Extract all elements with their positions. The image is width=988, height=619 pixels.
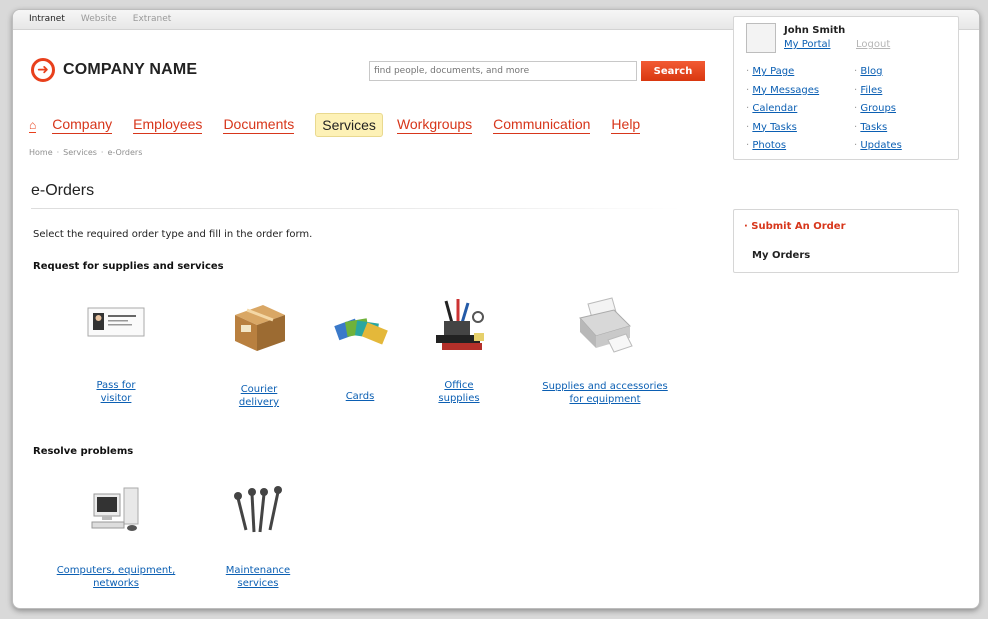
wrench-icon <box>234 486 282 533</box>
nav-company[interactable]: Company <box>52 116 113 134</box>
order-link-line2[interactable]: networks <box>51 577 181 590</box>
order-link-line1[interactable]: Courier <box>219 383 299 396</box>
order-link-line1[interactable]: Pass for <box>71 379 161 392</box>
breadcrumb-home[interactable]: Home <box>29 148 53 157</box>
avatar[interactable] <box>746 23 776 53</box>
order-link-line1[interactable]: Cards <box>325 390 395 403</box>
link-groups[interactable]: Groups <box>860 103 896 114</box>
app-window: Intranet Website Extranet ➜ COMPANY NAME… <box>12 9 980 609</box>
printer-icon <box>579 297 633 353</box>
order-link-line1[interactable]: Supplies and accessories <box>525 380 685 393</box>
nav-employees[interactable]: Employees <box>133 116 203 134</box>
order-link-line2[interactable]: services <box>213 577 303 590</box>
breadcrumb-current: e-Orders <box>107 148 143 157</box>
order-item-courier[interactable]: Courier delivery <box>219 297 299 409</box>
nav-workgroups[interactable]: Workgroups <box>396 116 473 134</box>
user-links-right: Blog Files Groups Tasks Updates <box>854 63 901 156</box>
nav-documents[interactable]: Documents <box>223 116 295 134</box>
my-orders-link[interactable]: My Orders <box>752 250 810 261</box>
order-link-line1[interactable]: Maintenance <box>213 564 303 577</box>
order-link-line1[interactable]: Computers, equipment, <box>51 564 181 577</box>
link-my-messages[interactable]: My Messages <box>752 85 819 96</box>
nav-communication[interactable]: Communication <box>493 116 591 134</box>
logout-link[interactable]: Logout <box>856 39 890 50</box>
section-title-problems: Resolve problems <box>33 446 134 457</box>
divider <box>31 208 681 209</box>
section-title-supplies: Request for supplies and services <box>33 261 224 272</box>
tab-website[interactable]: Website <box>81 14 117 24</box>
nav-services[interactable]: Services <box>315 113 383 137</box>
intro-text: Select the required order type and fill … <box>33 229 313 240</box>
page-title: e-Orders <box>31 182 95 199</box>
home-icon[interactable]: ⌂ <box>29 118 37 133</box>
order-link-line2[interactable]: for equipment <box>525 393 685 406</box>
company-logo[interactable]: ➜ COMPANY NAME <box>31 58 197 82</box>
user-name: John Smith <box>784 25 846 36</box>
company-name: COMPANY NAME <box>63 61 198 78</box>
order-item-computers[interactable]: Computers, equipment, networks <box>51 484 181 590</box>
tab-intranet[interactable]: Intranet <box>29 14 65 24</box>
link-calendar[interactable]: Calendar <box>752 103 797 114</box>
id-card-icon <box>87 307 145 337</box>
breadcrumb: Home · Services · e-Orders <box>29 148 143 157</box>
submit-order-link[interactable]: Submit An Order <box>744 221 845 232</box>
user-panel: John Smith My Portal Logout My Page My M… <box>733 16 959 160</box>
site-switcher: Intranet Website Extranet <box>29 14 171 24</box>
my-portal-link[interactable]: My Portal <box>784 39 830 50</box>
order-item-pass[interactable]: Pass for visitor <box>71 302 161 405</box>
office-supplies-icon <box>436 299 484 350</box>
order-item-cards[interactable]: Cards <box>325 312 395 403</box>
link-photos[interactable]: Photos <box>752 140 786 151</box>
order-item-maintenance[interactable]: Maintenance services <box>213 484 303 590</box>
tab-extranet[interactable]: Extranet <box>133 14 172 24</box>
link-blog[interactable]: Blog <box>860 66 882 77</box>
package-icon <box>235 305 285 351</box>
link-files[interactable]: Files <box>860 85 882 96</box>
order-item-equipment-supplies[interactable]: Supplies and accessories for equipment <box>525 296 685 406</box>
arrow-circle-icon: ➜ <box>31 58 55 82</box>
user-links-left: My Page My Messages Calendar My Tasks Ph… <box>746 63 819 156</box>
search-input[interactable] <box>369 61 637 81</box>
order-link-line1[interactable]: Office <box>419 379 499 392</box>
cards-icon <box>334 318 388 345</box>
link-my-page[interactable]: My Page <box>752 66 794 77</box>
order-link-line2[interactable]: delivery <box>219 396 299 409</box>
orders-panel: Submit An Order My Orders <box>733 209 959 273</box>
order-item-office-supplies[interactable]: Office supplies <box>419 295 499 405</box>
link-my-tasks[interactable]: My Tasks <box>752 122 797 133</box>
link-tasks[interactable]: Tasks <box>860 122 887 133</box>
order-link-line2[interactable]: visitor <box>71 392 161 405</box>
nav-help[interactable]: Help <box>611 116 641 134</box>
computer-icon <box>91 487 139 531</box>
main-nav: ⌂ Company Employees Documents Services W… <box>29 113 661 137</box>
link-updates[interactable]: Updates <box>860 140 901 151</box>
order-link-line2[interactable]: supplies <box>419 392 499 405</box>
search-button[interactable]: Search <box>641 61 705 81</box>
breadcrumb-services[interactable]: Services <box>63 148 97 157</box>
